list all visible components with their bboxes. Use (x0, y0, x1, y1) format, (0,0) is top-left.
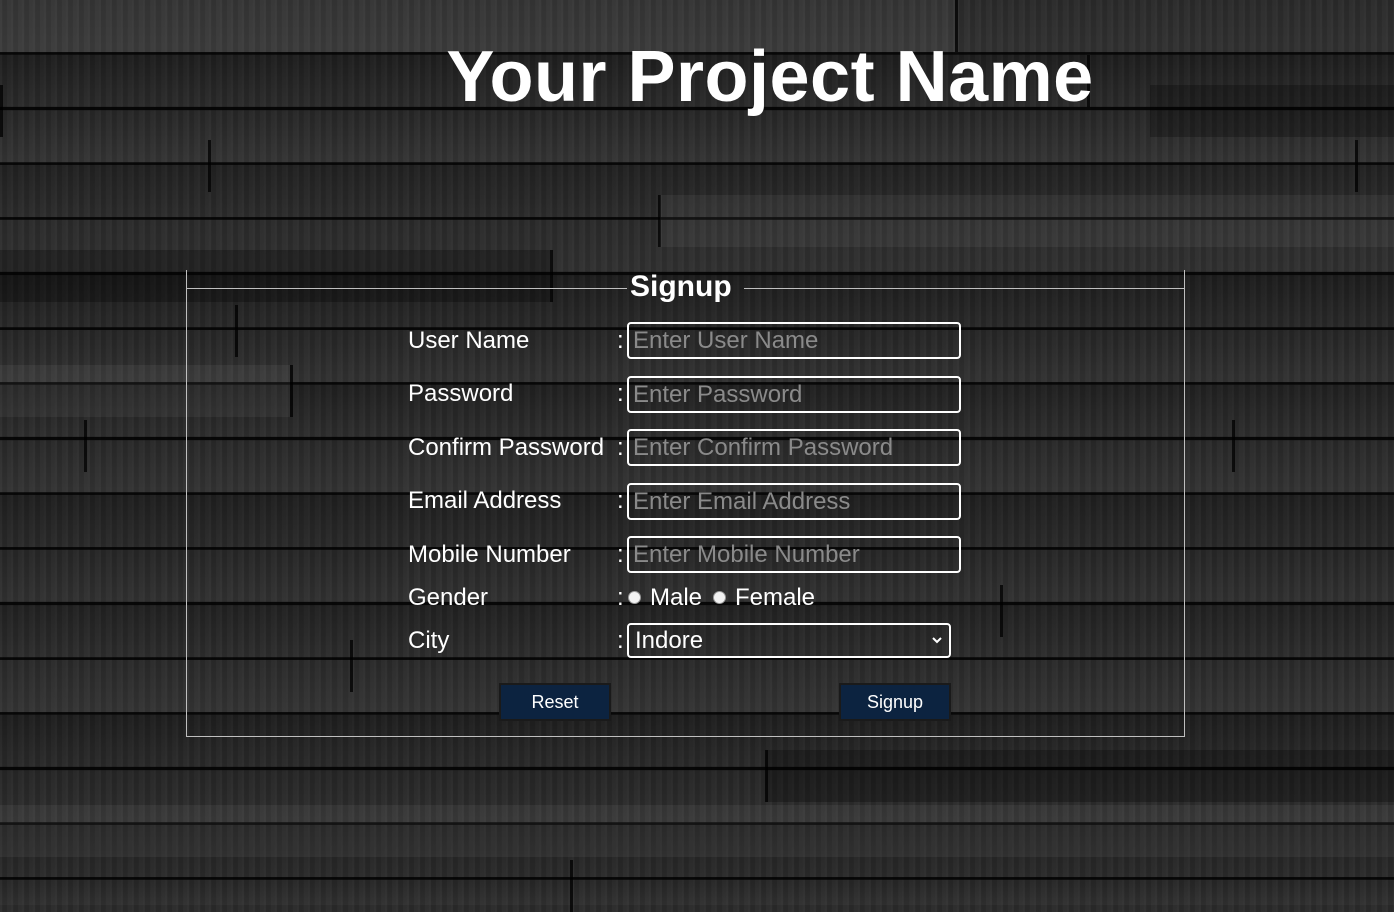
field-separator: : (617, 327, 624, 354)
gender-male-label[interactable]: Male (650, 583, 702, 613)
user-name-input[interactable] (627, 322, 961, 359)
wood-plank-seam (570, 860, 573, 912)
email-address-label: Email Address (408, 487, 562, 514)
city-label: City (408, 627, 450, 654)
page-title: Your Project Name (446, 37, 1094, 117)
gender-male-radio[interactable] (628, 591, 641, 604)
wood-plank-seam (1355, 140, 1358, 192)
wood-plank-seam (208, 140, 211, 192)
gender-label: Gender (408, 584, 489, 611)
mobile-number-label: Mobile Number (408, 541, 571, 568)
chevron-down-icon (932, 637, 942, 644)
mobile-number-input[interactable] (627, 536, 961, 573)
confirm-password-label: Confirm Password (408, 434, 605, 461)
form-border-top-right (744, 288, 1185, 289)
city-selected-value: Indore (635, 627, 704, 654)
field-separator: : (617, 487, 624, 514)
form-border-top-left (186, 288, 627, 289)
wood-plank-seam (84, 420, 87, 472)
password-input[interactable] (627, 376, 961, 413)
email-address-input[interactable] (627, 483, 961, 520)
wood-plank-seam (1232, 420, 1235, 472)
field-separator: : (617, 584, 624, 611)
password-label: Password (408, 380, 514, 407)
confirm-password-input[interactable] (627, 429, 961, 466)
field-separator: : (617, 627, 624, 654)
form-legend: Signup (630, 270, 732, 303)
signup-button[interactable]: Signup (839, 683, 951, 721)
wood-plank (660, 195, 1394, 247)
wood-plank (0, 805, 1394, 857)
reset-button[interactable]: Reset (499, 683, 611, 721)
field-separator: : (617, 541, 624, 568)
city-select[interactable]: Indore (627, 623, 951, 658)
wood-plank (766, 750, 1394, 802)
gender-female-label[interactable]: Female (735, 583, 815, 613)
field-separator: : (617, 434, 624, 461)
field-separator: : (617, 380, 624, 407)
user-name-label: User Name (408, 327, 530, 354)
gender-female-radio[interactable] (713, 591, 726, 604)
